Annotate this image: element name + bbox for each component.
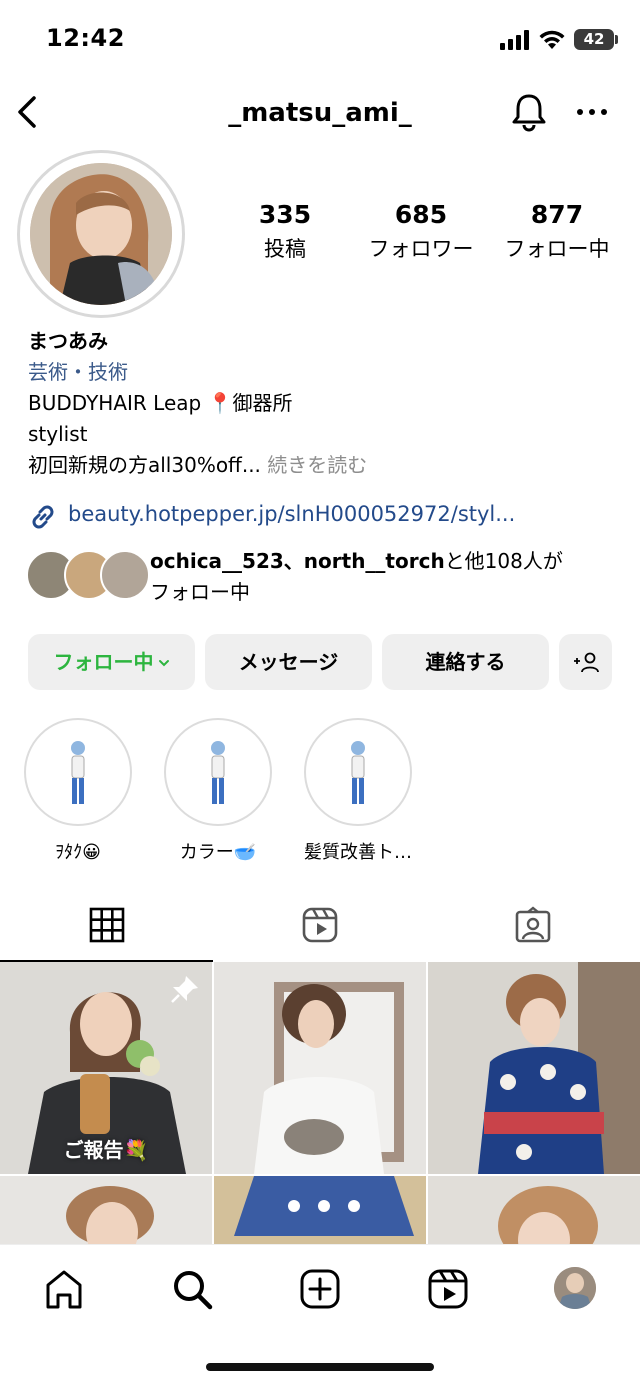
post-thumbnail-1[interactable]: ご報告💐: [0, 962, 212, 1174]
highlight-cover: [304, 718, 412, 826]
status-bar: 12:42 42: [0, 0, 640, 76]
stat-followers[interactable]: 685 フォロワー: [356, 200, 486, 263]
followed-by-line2: フォロー中: [150, 580, 250, 604]
highlight-cover: [24, 718, 132, 826]
follower-avatar-3: [100, 550, 150, 600]
tab-posts-grid[interactable]: [0, 890, 213, 962]
message-button-label: メッセージ: [238, 650, 339, 674]
profile-tabs: [0, 890, 640, 962]
tab-reels[interactable]: [213, 890, 426, 962]
cellular-signal-icon: [500, 30, 529, 50]
profile-avatar-ring[interactable]: [17, 150, 185, 318]
post-caption-overlay: ご報告💐: [63, 1138, 149, 1162]
status-time: 12:42: [46, 24, 125, 52]
highlight-3[interactable]: 髪質改善ト…: [302, 718, 414, 864]
message-button[interactable]: メッセージ: [205, 634, 372, 690]
wifi-icon: [539, 30, 565, 49]
stat-following-label: フォロー中: [504, 237, 610, 261]
add-user-icon: [573, 652, 599, 673]
contact-button-label: 連絡する: [425, 650, 506, 674]
bio-line-3: 初回新規の方all30%off... 続きを読む: [28, 450, 628, 481]
profile-category[interactable]: 芸術・技術: [28, 357, 628, 388]
post-thumbnail-6[interactable]: [428, 1176, 640, 1244]
highlight-1[interactable]: ｦﾀｸ😀: [22, 718, 134, 864]
link-icon: [32, 505, 54, 529]
post-thumbnail-2[interactable]: [214, 962, 426, 1174]
reels-icon[interactable]: [426, 1267, 470, 1311]
pin-icon: [171, 976, 198, 1003]
stat-followers-count: 685: [394, 200, 448, 229]
add-user-button[interactable]: [559, 634, 612, 690]
posts-grid: ご報告💐: [0, 962, 640, 1244]
followed-by-text: ochica__523、north__torchと他108人が フォロー中: [150, 546, 630, 608]
chevron-down-icon: [158, 660, 169, 667]
profile-bio: まつあみ 芸術・技術 BUDDYHAIR Leap 📍御器所 stylist 初…: [28, 326, 628, 481]
create-icon[interactable]: [298, 1267, 342, 1311]
following-button-label: フォロー中: [53, 650, 154, 674]
highlight-label: カラー🥣: [179, 842, 257, 863]
highlight-2[interactable]: カラー🥣: [162, 718, 274, 864]
bio-line-3-text: 初回新規の方all30%off...: [28, 453, 261, 477]
highlight-label: ｦﾀｸ😀: [55, 842, 101, 863]
bio-line-2: stylist: [28, 422, 88, 446]
stat-followers-label: フォロワー: [368, 237, 474, 261]
home-icon[interactable]: [42, 1267, 86, 1311]
followed-by-users: ochica__523、north__torch: [150, 549, 445, 573]
stat-following[interactable]: 877 フォロー中: [492, 200, 622, 263]
display-name: まつあみ: [28, 329, 108, 353]
stat-following-count: 877: [530, 200, 584, 229]
top-nav: _matsu_ami_: [0, 76, 640, 150]
stat-posts[interactable]: 335 投稿: [220, 200, 350, 263]
bio-line-1: BUDDYHAIR Leap 📍御器所: [28, 391, 293, 415]
profile-avatar[interactable]: [554, 1267, 596, 1309]
bell-icon[interactable]: [510, 92, 548, 132]
tab-tagged[interactable]: [426, 890, 639, 962]
battery-tip: [615, 35, 618, 44]
battery-indicator: 42: [574, 29, 614, 50]
grid-icon: [89, 907, 125, 943]
highlight-cover: [164, 718, 272, 826]
post-thumbnail-5[interactable]: [214, 1176, 426, 1244]
followed-by-rest: と他108人が: [444, 549, 563, 573]
highlight-label: 髪質改善ト…: [304, 842, 412, 863]
followed-by[interactable]: ochica__523、north__torchと他108人が フォロー中: [26, 546, 626, 606]
search-icon[interactable]: [170, 1267, 214, 1311]
post-thumbnail-3[interactable]: [428, 962, 640, 1174]
reels-icon: [302, 907, 338, 943]
home-indicator: [206, 1363, 434, 1371]
tagged-icon: [515, 906, 551, 943]
stat-posts-count: 335: [258, 200, 312, 229]
bottom-nav: [0, 1244, 640, 1385]
more-icon[interactable]: [574, 102, 610, 122]
post-thumbnail-4[interactable]: [0, 1176, 212, 1244]
contact-button[interactable]: 連絡する: [382, 634, 549, 690]
following-button[interactable]: フォロー中: [28, 634, 195, 690]
profile-link-text[interactable]: beauty.hotpepper.jp/slnH000052972/styl..…: [68, 502, 515, 526]
read-more-link[interactable]: 続きを読む: [267, 453, 367, 477]
stat-posts-label: 投稿: [264, 237, 306, 261]
profile-avatar: [30, 163, 172, 305]
